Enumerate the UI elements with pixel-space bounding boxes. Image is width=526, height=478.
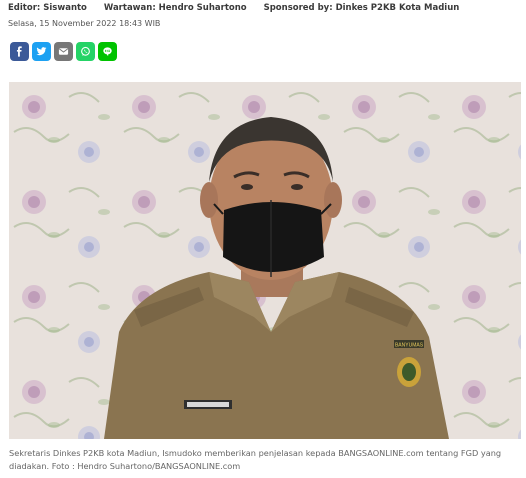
email-share-button[interactable] — [54, 42, 73, 61]
publish-date: Selasa, 15 November 2022 18:43 WIB — [8, 19, 161, 28]
sponsor-label: Sponsored by: Dinkes P2KB Kota Madiun — [263, 3, 460, 13]
share-buttons — [10, 42, 117, 61]
svg-text:BANYUMAS: BANYUMAS — [395, 343, 424, 349]
twitter-icon — [36, 47, 47, 56]
official-portrait-image: BANYUMAS — [9, 82, 521, 439]
reporter-label: Wartawan: Hendro Suhartono — [103, 3, 247, 13]
line-icon — [103, 47, 112, 57]
facebook-icon — [16, 46, 22, 57]
twitter-share-button[interactable] — [32, 42, 51, 61]
whatsapp-icon — [81, 46, 90, 56]
editor-label: Editor: Siswanto — [8, 3, 87, 13]
facebook-share-button[interactable] — [10, 42, 29, 61]
envelope-icon — [58, 48, 69, 55]
article-photo: BANYUMAS — [9, 82, 521, 439]
line-share-button[interactable] — [98, 42, 117, 61]
article-meta: Editor: Siswanto Wartawan: Hendro Suhart… — [8, 3, 473, 13]
photo-caption: Sekretaris Dinkes P2KB kota Madiun, Ismu… — [9, 448, 502, 471]
whatsapp-share-button[interactable] — [76, 42, 95, 61]
